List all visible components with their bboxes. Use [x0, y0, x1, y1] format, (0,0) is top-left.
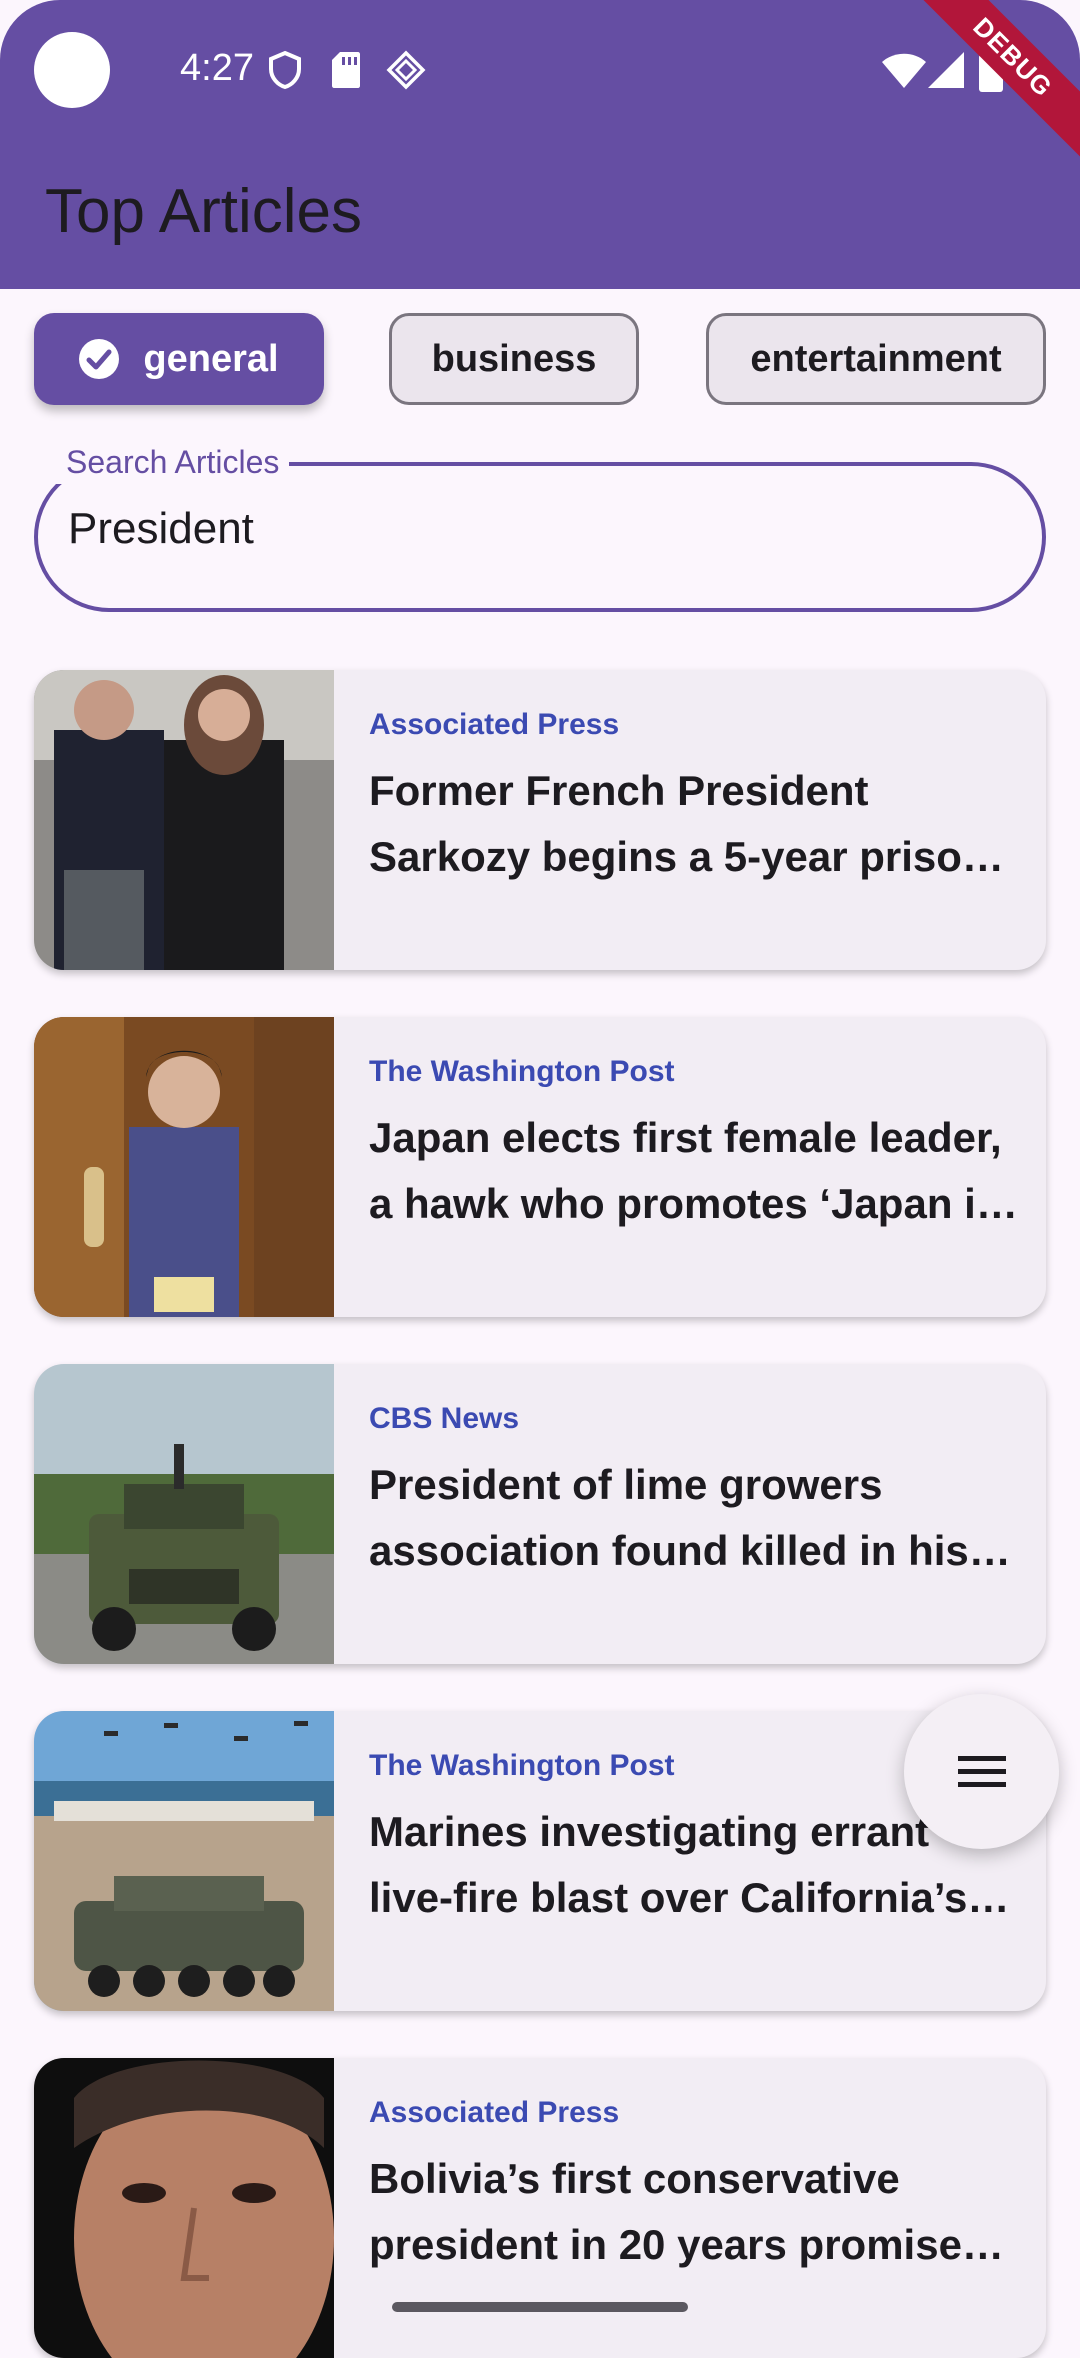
article-source: The Washington Post [369, 1055, 675, 1088]
article-card[interactable]: Associated Press Former French President… [34, 670, 1046, 970]
search-field[interactable] [34, 462, 1046, 612]
article-thumbnail [34, 670, 334, 970]
signal-icon [928, 52, 964, 88]
chip-business[interactable]: business [389, 313, 639, 405]
chip-entertainment[interactable]: entertainment [706, 313, 1046, 405]
article-card[interactable]: CBS News President of lime growers assoc… [34, 1364, 1046, 1664]
camera-cutout [34, 32, 110, 108]
app-bar: 4:27 DEBUG Top Articles [0, 0, 1080, 289]
article-card[interactable]: The Washington Post Japan elects first f… [34, 1017, 1046, 1317]
article-card[interactable]: Associated Press Bolivia’s first conserv… [34, 2058, 1046, 2358]
page-title: Top Articles [45, 177, 363, 246]
article-title: Bolivia’s first conservative president i… [369, 2155, 986, 2268]
article-card[interactable]: The Washington Post Marines investigatin… [34, 1711, 1046, 2011]
article-source: Associated Press [369, 708, 620, 741]
search-label: Search Articles [56, 440, 290, 484]
article-title: Former French President Sarkozy begins a… [369, 767, 988, 880]
menu-fab-button[interactable] [904, 1694, 1059, 1849]
chip-label: business [431, 337, 597, 380]
check-icon [79, 339, 120, 379]
sd-card-icon [332, 52, 360, 88]
article-thumbnail [34, 1017, 334, 1317]
article-title: Japan elects first female leader, a hawk… [369, 1114, 1002, 1227]
shield-icon [269, 50, 301, 90]
search-input[interactable] [68, 504, 968, 554]
article-thumbnail [34, 1711, 334, 2011]
diamond-icon [386, 50, 426, 90]
chip-label: entertainment [750, 337, 1002, 380]
article-title: President of lime growers association fo… [369, 1461, 969, 1574]
chip-label: general [143, 337, 279, 380]
home-indicator[interactable] [392, 2302, 688, 2312]
chip-general[interactable]: general [34, 313, 324, 405]
wifi-icon [882, 53, 926, 88]
article-source: Associated Press [369, 2096, 620, 2129]
article-source: CBS News [369, 1402, 520, 1435]
status-time: 4:27 [180, 47, 254, 89]
menu-icon [957, 1755, 1006, 1787]
article-thumbnail [34, 1364, 334, 1664]
article-source: The Washington Post [369, 1749, 675, 1782]
article-thumbnail [34, 2058, 334, 2358]
